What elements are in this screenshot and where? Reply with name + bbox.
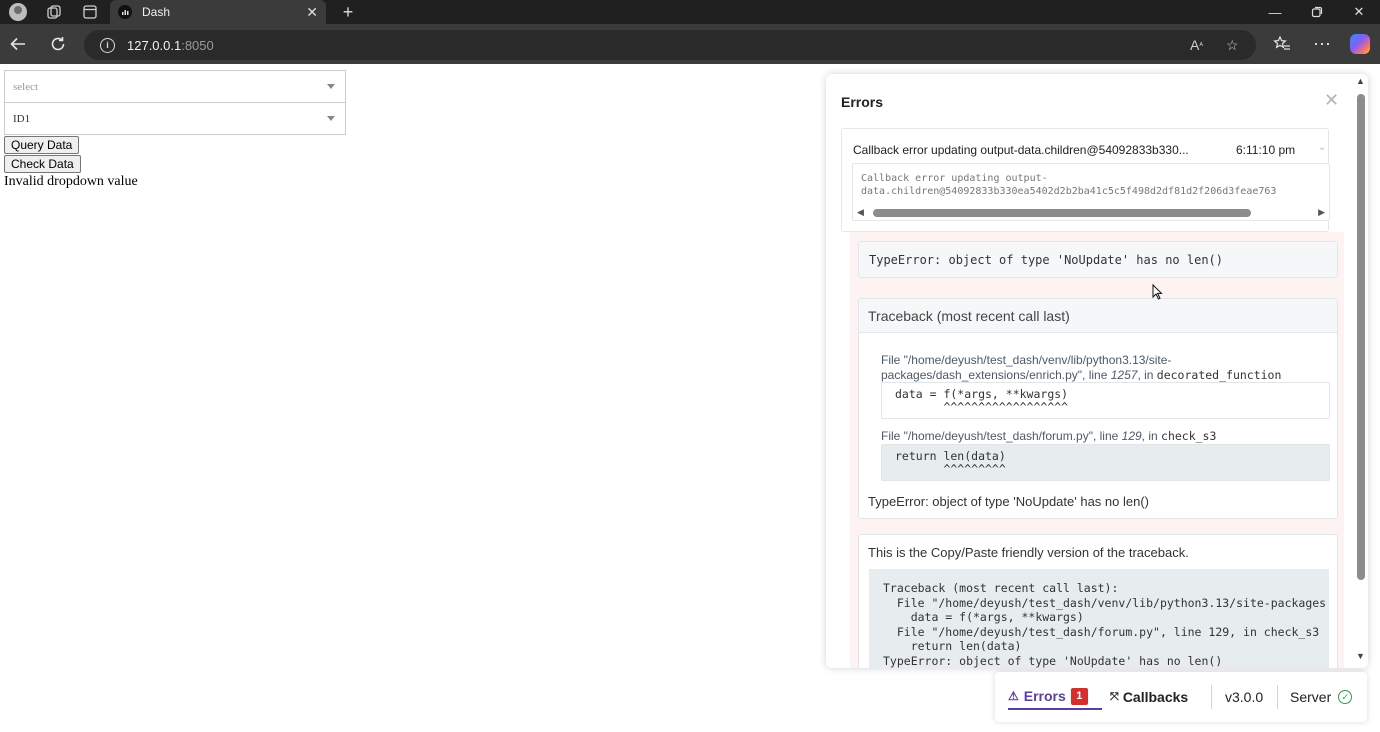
error-timestamp: 6:11:10 pm xyxy=(1236,143,1296,157)
scroll-right-icon[interactable]: ▶ xyxy=(1318,207,1325,218)
dropdown-value: ID1 xyxy=(13,112,31,125)
copy-paste-title: This is the Copy/Paste friendly version … xyxy=(868,545,1189,560)
mouse-cursor-icon xyxy=(1152,283,1164,305)
page-content: select ID1 Query Data Check Data Invalid… xyxy=(0,64,1380,732)
browser-tab-bar: Dash ✕ + — ✕ xyxy=(0,0,1380,24)
tab-title: Dash xyxy=(142,5,171,19)
frame-2-code: return len(data) ^^^^^^^^^ xyxy=(881,444,1330,481)
scrollbar-thumb[interactable] xyxy=(873,209,1251,217)
dash-version: v3.0.0 xyxy=(1225,689,1264,705)
copy-paste-card: This is the Copy/Paste friendly version … xyxy=(858,534,1338,668)
frame-2-location: File "/home/deyush/test_dash/forum.py", … xyxy=(881,429,1321,444)
tab-dash[interactable]: Dash ✕ xyxy=(110,0,326,24)
frame-1-lineno: 1257 xyxy=(1110,368,1138,382)
frame-2-function: check_s3 xyxy=(1161,429,1217,443)
close-tab-icon[interactable]: ✕ xyxy=(306,4,318,21)
scroll-up-icon[interactable]: ▲ xyxy=(1356,76,1365,86)
horizontal-scrollbar[interactable]: ◀ ▶ xyxy=(853,206,1329,220)
dropdown-arrow-icon[interactable] xyxy=(327,116,335,121)
divider xyxy=(1211,685,1212,709)
frame-1-function: decorated_function xyxy=(1156,368,1282,382)
divider xyxy=(1277,685,1278,709)
favorite-star-icon[interactable]: ☆ xyxy=(1226,30,1239,60)
url-host: 127.0.0.1 xyxy=(127,37,182,53)
error-item[interactable]: Callback error updating output-data.chil… xyxy=(841,128,1330,232)
scrollbar-thumb[interactable] xyxy=(1357,94,1365,580)
url-field[interactable]: i 127.0.0.1:8050 Aᴬ ☆ xyxy=(84,30,1256,60)
favorites-icon[interactable] xyxy=(1266,30,1298,58)
error-header: Callback error updating output-data.chil… xyxy=(853,143,1189,157)
url-port: :8050 xyxy=(181,37,214,53)
traceback-card: Traceback (most recent call last) File "… xyxy=(858,298,1338,519)
frame-2-lineno: 129 xyxy=(1121,429,1142,443)
devtools-errors-tab[interactable]: ⚠ Errors 1 xyxy=(1008,684,1102,710)
errors-label: Errors xyxy=(1023,688,1066,704)
minimize-icon[interactable]: — xyxy=(1254,0,1296,24)
copilot-icon[interactable] xyxy=(1344,30,1376,58)
close-icon[interactable]: ✕ xyxy=(1324,90,1339,111)
back-icon[interactable] xyxy=(2,30,34,58)
dropdown-arrow-icon[interactable] xyxy=(327,84,335,89)
error-message-box: Callback error updating output- data.chi… xyxy=(852,163,1330,221)
site-info-icon[interactable]: i xyxy=(100,37,115,53)
traceback-title: Traceback (most recent call last) xyxy=(859,299,1337,333)
refresh-icon[interactable] xyxy=(42,30,74,58)
restore-icon[interactable] xyxy=(1296,0,1338,24)
frame-1-in: , in xyxy=(1137,368,1157,382)
scroll-down-icon[interactable]: ▼ xyxy=(1356,651,1365,661)
callbacks-icon: ⤧ xyxy=(1110,690,1119,703)
check-circle-icon: ✓ xyxy=(1338,690,1353,704)
frame-2-file: File "/home/deyush/test_dash/forum.py", … xyxy=(881,429,1122,443)
error-message-text: Callback error updating output- data.chi… xyxy=(861,173,1277,197)
check-data-button[interactable]: Check Data xyxy=(4,155,81,173)
warning-icon: ⚠ xyxy=(1008,689,1019,703)
vertical-scrollbar[interactable]: ▲ ▼ xyxy=(1354,76,1368,666)
close-window-icon[interactable]: ✕ xyxy=(1338,0,1380,24)
frame-2-in: , in xyxy=(1141,429,1162,443)
server-label: Server xyxy=(1290,689,1332,705)
more-menu-icon[interactable]: ⋯ xyxy=(1306,30,1338,58)
new-tab-icon[interactable]: + xyxy=(338,0,358,24)
type-error-box: TypeError: object of type 'NoUpdate' has… xyxy=(858,241,1338,278)
server-status[interactable]: Server ✓ xyxy=(1290,684,1353,710)
devtools-bar: ⚠ Errors 1 ⤧ Callbacks v3.0.0 Server ✓ xyxy=(995,672,1367,722)
status-message: Invalid dropdown value xyxy=(4,174,138,189)
errors-count-badge: 1 xyxy=(1070,687,1088,705)
read-aloud-icon[interactable]: Aᴬ xyxy=(1190,30,1203,60)
dropdown-placeholder: select xyxy=(13,80,39,93)
tab-actions-icon[interactable] xyxy=(72,0,108,24)
copy-paste-traceback[interactable]: Traceback (most recent call last): File … xyxy=(869,569,1329,668)
chevron-down-icon[interactable]: ⌄ xyxy=(1318,142,1326,153)
callbacks-label: Callbacks xyxy=(1122,689,1189,705)
errors-title: Errors xyxy=(841,94,884,110)
chart-icon xyxy=(118,5,132,19)
frame-1-location: File "/home/deyush/test_dash/venv/lib/py… xyxy=(881,353,1321,383)
frame-1-code: data = f(*args, **kwargs) ^^^^^^^^^^^^^^… xyxy=(881,382,1330,419)
scroll-left-icon[interactable]: ◀ xyxy=(857,207,864,218)
errors-panel: Errors ✕ Callback error updating output-… xyxy=(826,74,1368,668)
profile-icon[interactable] xyxy=(0,0,36,24)
workspaces-icon[interactable] xyxy=(36,0,72,24)
traceback-footer: TypeError: object of type 'NoUpdate' has… xyxy=(868,494,1149,509)
select-dropdown[interactable]: select xyxy=(4,70,346,103)
query-data-button[interactable]: Query Data xyxy=(4,136,80,154)
id-dropdown[interactable]: ID1 xyxy=(4,102,346,135)
devtools-callbacks-tab[interactable]: ⤧ Callbacks xyxy=(1110,684,1188,710)
